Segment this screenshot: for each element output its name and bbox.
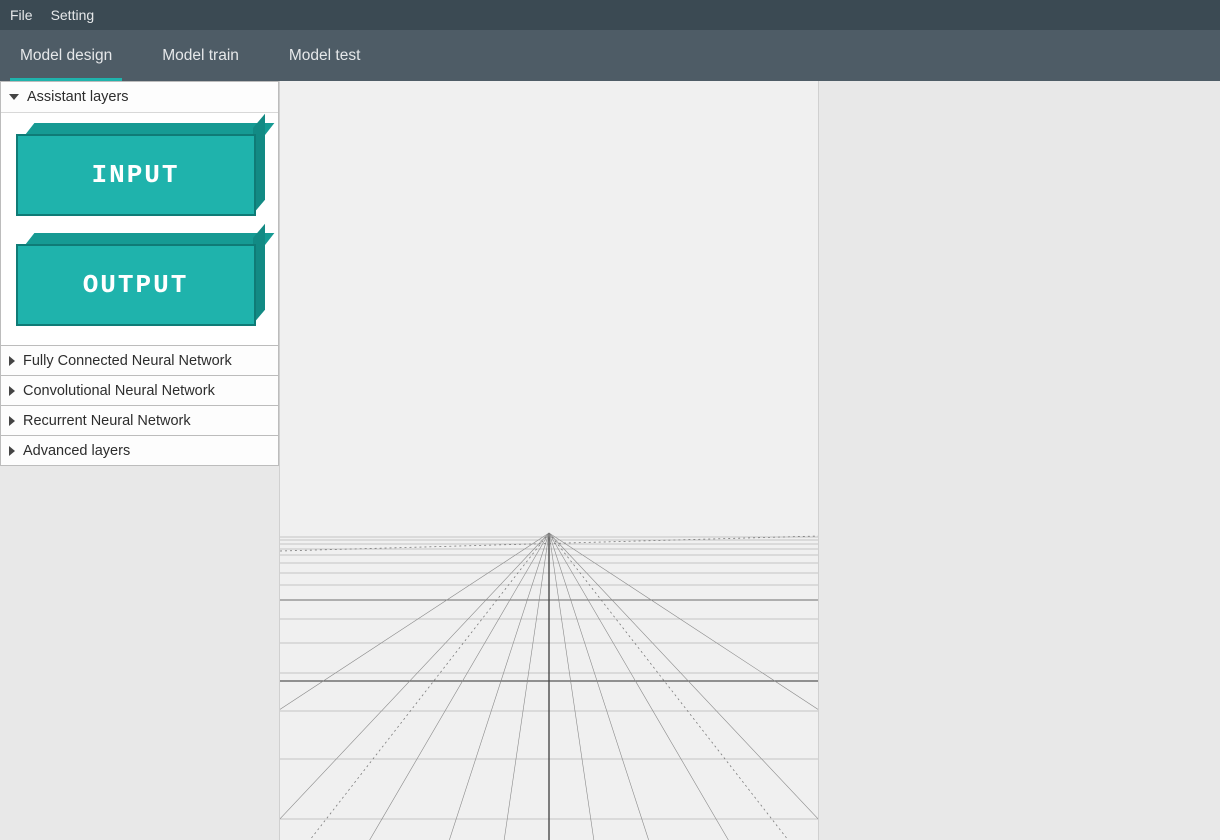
block-front-face: OUTPUT	[16, 244, 256, 326]
canvas-wrap	[279, 81, 1220, 840]
chevron-right-icon	[9, 386, 15, 396]
block-front-face: INPUT	[16, 134, 256, 216]
chevron-down-icon	[9, 94, 19, 100]
chevron-right-icon	[9, 446, 15, 456]
main-area: Assistant layers INPUT OUTPUT	[0, 81, 1220, 840]
design-canvas[interactable]	[279, 81, 819, 840]
accordion-header-fully-connected[interactable]: Fully Connected Neural Network	[1, 345, 278, 375]
menu-setting[interactable]: Setting	[51, 7, 95, 23]
chevron-right-icon	[9, 356, 15, 366]
layer-block-output[interactable]: OUTPUT	[16, 233, 264, 331]
tab-model-test[interactable]: Model test	[279, 30, 371, 81]
perspective-grid	[280, 81, 818, 840]
properties-panel	[819, 81, 1220, 840]
accordion-title: Assistant layers	[27, 89, 129, 105]
block-label: INPUT	[91, 160, 179, 190]
tab-model-train[interactable]: Model train	[152, 30, 249, 81]
block-label: OUTPUT	[83, 270, 189, 300]
layer-accordion: Assistant layers INPUT OUTPUT	[0, 81, 279, 466]
accordion-header-recurrent[interactable]: Recurrent Neural Network	[1, 405, 278, 435]
sidebar: Assistant layers INPUT OUTPUT	[0, 81, 279, 840]
accordion-title: Fully Connected Neural Network	[23, 353, 232, 369]
chevron-right-icon	[9, 416, 15, 426]
layer-block-input[interactable]: INPUT	[16, 123, 264, 221]
menubar: File Setting	[0, 0, 1220, 30]
accordion-title: Advanced layers	[23, 443, 130, 459]
accordion-body-assistant-layers: INPUT OUTPUT	[1, 112, 278, 345]
accordion-header-advanced[interactable]: Advanced layers	[1, 435, 278, 465]
tabbar: Model design Model train Model test	[0, 30, 1220, 81]
accordion-title: Convolutional Neural Network	[23, 383, 215, 399]
tab-model-design[interactable]: Model design	[10, 30, 122, 81]
accordion-title: Recurrent Neural Network	[23, 413, 191, 429]
accordion-header-assistant-layers[interactable]: Assistant layers	[1, 82, 278, 112]
menu-file[interactable]: File	[10, 7, 33, 23]
accordion-header-convolutional[interactable]: Convolutional Neural Network	[1, 375, 278, 405]
